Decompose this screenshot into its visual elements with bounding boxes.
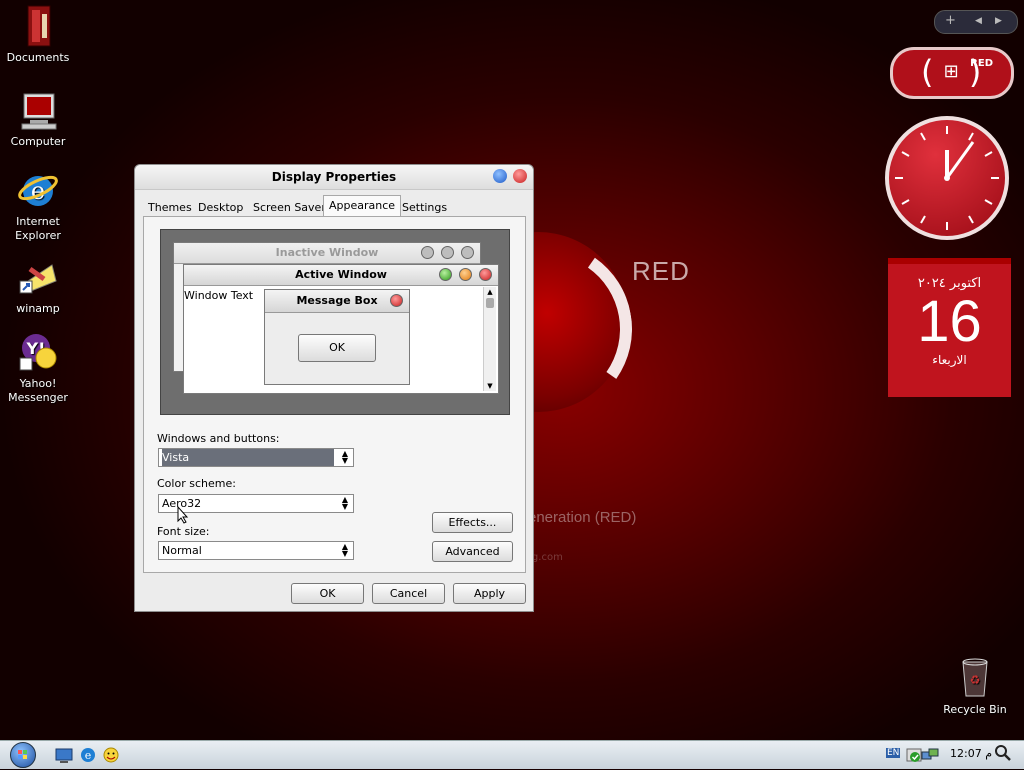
preview-ok-button: OK [298,334,376,362]
badge-label: RED [970,58,993,69]
tab-themes[interactable]: Themes [143,198,197,217]
windows-logo-icon [18,750,27,759]
advanced-button[interactable]: Advanced [432,541,513,562]
desktop-icon-computer[interactable]: Computer [3,92,73,149]
folder-icon [27,5,51,47]
desktop-icon-label: Yahoo! Messenger [8,377,68,404]
gadget-toolbar: + ◀ ▶ [934,10,1018,34]
desktop-icon-label: Computer [10,135,66,148]
desktop-icon-recycle-bin[interactable]: ♻ Recycle Bin [940,656,1010,717]
mouse-cursor-icon [177,506,189,524]
active-maximize-icon [459,268,472,281]
inactive-close-icon [461,246,474,259]
select-arrows-icon: ▲ ▼ [341,542,349,558]
font-size-value: Normal [162,544,202,557]
tab-screen-saver[interactable]: Screen Saver [248,198,331,217]
computer-icon [21,93,57,130]
desktop-icon-documents[interactable]: Documents [3,4,73,65]
effects-button[interactable]: Effects... [432,512,513,533]
next-gadget-page-button[interactable]: ▶ [995,16,1002,26]
wallpaper-red-text: RED [632,256,690,286]
internet-explorer-quicklaunch-icon[interactable]: e [79,746,97,764]
dialog-title-bar[interactable]: Display Properties [135,165,533,190]
select-arrows-icon: ▲ ▼ [341,449,349,465]
help-button[interactable] [493,169,507,183]
search-icon[interactable] [994,744,1012,762]
taskbar: e EN 12:07 م [0,740,1024,769]
active-window-title: Active Window [184,265,498,286]
font-size-select[interactable]: Normal ▲ ▼ [158,541,354,560]
scroll-up-icon: ▲ [487,288,493,296]
calendar-gadget: اكتوبر ٢٠٢٤ 16 الاربعاء [888,258,1011,397]
calendar-day: 16 [917,289,982,354]
color-scheme-label: Color scheme: [157,477,236,490]
windows-buttons-value: Vista [162,449,334,466]
inactive-window-title: Inactive Window [174,243,480,264]
font-size-label: Font size: [157,525,210,538]
recycle-bin-icon: ♻ [962,658,988,697]
desktop-icon-label: Recycle Bin [943,703,1007,716]
language-indicator[interactable]: EN [886,748,901,758]
appearance-panel: Inactive Window Active Window Window Tex… [143,216,526,573]
tab-desktop[interactable]: Desktop [193,198,248,217]
add-gadget-button[interactable]: + [945,13,956,28]
close-button[interactable] [513,169,527,183]
tab-settings[interactable]: Settings [397,198,452,217]
windows-buttons-label: Windows and buttons: [157,432,280,445]
message-close-icon [390,294,403,307]
taskbar-clock[interactable]: 12:07 م [950,747,992,760]
desktop-icon-winamp[interactable]: winamp [3,255,73,316]
preview-scrollbar: ▲ ▼ [483,287,496,391]
desktop-icon-label: Internet Explorer [15,215,61,242]
desktop-icon-yahoo-messenger[interactable]: Y! Yahoo! Messenger [3,330,73,405]
desktop-icon-internet-explorer[interactable]: e Internet Explorer [3,168,73,243]
active-minimize-icon [439,268,452,281]
dialog-title: Display Properties [271,170,397,184]
preview-message-box: Message Box OK [264,289,410,385]
wallpaper-subtext: eneration (RED) [528,509,637,526]
preview-active-window: Active Window Window Text ▲ ▼ Message Bo… [183,264,499,394]
yahoo-messenger-icon: Y! [19,334,57,371]
previous-gadget-page-button[interactable]: ◀ [975,16,982,26]
select-arrows-icon: ▲ ▼ [341,495,349,511]
inactive-maximize-icon [441,246,454,259]
cancel-button[interactable]: Cancel [372,583,445,604]
windows-buttons-select[interactable]: Vista ▲ ▼ [158,448,354,467]
tab-appearance[interactable]: Appearance [323,195,402,218]
svg-text:e: e [85,749,92,762]
show-desktop-icon[interactable] [55,746,73,764]
network-icon[interactable] [921,746,939,764]
ok-button[interactable]: OK [291,583,364,604]
inactive-minimize-icon [421,246,434,259]
winamp-icon [19,264,57,294]
clock-face-icon [895,126,999,230]
calendar-weekday: الاربعاء [932,353,967,367]
clock-gadget [885,116,1009,240]
apply-button[interactable]: Apply [453,583,526,604]
message-box-title: Message Box [265,290,409,313]
window-text-sample: Window Text [184,289,254,302]
display-properties-dialog: Display Properties Themes Desktop Screen… [134,164,534,612]
yahoo-messenger-quicklaunch-icon[interactable] [102,746,120,764]
windows-red-badge-gadget: ( ⊞ ) RED [890,47,1014,99]
scroll-down-icon: ▼ [487,382,493,390]
desktop-icon-label: winamp [16,302,60,315]
svg-text:♻: ♻ [970,673,981,687]
internet-explorer-icon: e [18,175,58,206]
appearance-preview: Inactive Window Active Window Window Tex… [160,229,510,415]
scroll-thumb [486,298,494,308]
start-button[interactable] [10,742,36,768]
active-close-icon [479,268,492,281]
desktop-icon-label: Documents [6,51,70,64]
